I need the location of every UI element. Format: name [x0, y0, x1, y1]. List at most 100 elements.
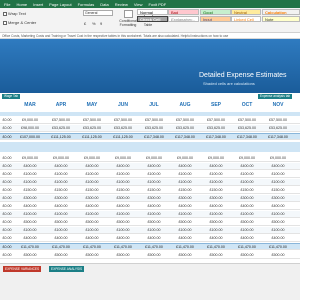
table-cell[interactable]: £400.00 [86, 236, 99, 240]
table-cell[interactable]: £53,625.00 [269, 126, 287, 130]
style-explanatory[interactable]: Explanatory... [168, 16, 199, 22]
table-cell[interactable]: £100.00 [117, 228, 130, 232]
table-cell[interactable]: £117,348.00 [268, 135, 288, 139]
table-cell[interactable]: £100.00 [210, 172, 223, 176]
table-cell[interactable]: £400.00 [55, 164, 68, 168]
table-cell[interactable]: £100.00 [86, 228, 99, 232]
table-cell[interactable]: £100.00 [24, 172, 37, 176]
table-cell[interactable]: £57,500.00 [176, 118, 194, 122]
table-cell[interactable]: £500.00 [55, 220, 68, 224]
ribbon-tab-file[interactable]: File [4, 2, 10, 7]
table-cell[interactable]: £11,470.00 [238, 245, 256, 249]
conditional-formatting-button[interactable]: Conditional Formatting [118, 10, 138, 30]
table-cell[interactable]: £150.00 [24, 188, 37, 192]
table-cell[interactable]: £57,500.00 [114, 118, 132, 122]
style-calculation[interactable]: Calculation [262, 9, 300, 15]
table-cell[interactable]: £300.00 [241, 196, 254, 200]
table-cell[interactable]: £500.00 [272, 253, 285, 257]
table-cell[interactable]: £500.00 [86, 220, 99, 224]
table-cell[interactable]: £100.00 [117, 172, 130, 176]
table-cell[interactable]: £400.00 [148, 204, 161, 208]
table-cell[interactable]: £500.00 [117, 220, 130, 224]
table-cell[interactable]: £100.00 [179, 212, 192, 216]
merge-center-button[interactable]: Merge & Center [3, 20, 36, 25]
table-cell[interactable]: £57,500.00 [238, 118, 256, 122]
table-cell[interactable]: £0.00 [3, 164, 12, 168]
style-input[interactable]: Input [200, 16, 231, 22]
table-cell[interactable]: £111,125.00 [113, 135, 132, 139]
table-cell[interactable]: £500.00 [272, 220, 285, 224]
table-cell[interactable]: £500.00 [148, 220, 161, 224]
table-cell[interactable]: £500.00 [210, 253, 223, 257]
table-cell[interactable]: £0.00 [3, 204, 12, 208]
table-cell[interactable]: £0.00 [3, 126, 12, 130]
table-cell[interactable]: £117,348.00 [175, 135, 195, 139]
table-cell[interactable]: £100.00 [241, 180, 254, 184]
table-cell[interactable]: £150.00 [86, 188, 99, 192]
table-cell[interactable]: £300.00 [55, 196, 68, 200]
table-cell[interactable]: £11,470.00 [207, 245, 225, 249]
table-cell[interactable]: £57,500.00 [83, 118, 101, 122]
table-cell[interactable]: £150.00 [210, 188, 223, 192]
table-cell[interactable]: £100.00 [55, 228, 68, 232]
table-cell[interactable]: £300.00 [117, 196, 130, 200]
table-cell[interactable]: £100.00 [86, 212, 99, 216]
table-cell[interactable]: £111,125.00 [82, 135, 101, 139]
table-cell[interactable]: £500.00 [24, 253, 37, 257]
table-cell[interactable]: £100.00 [210, 180, 223, 184]
table-cell[interactable]: £9,000.00 [208, 156, 224, 160]
table-cell[interactable]: £400.00 [86, 164, 99, 168]
table-cell[interactable]: £57,500.00 [52, 118, 70, 122]
table-cell[interactable]: £500.00 [24, 220, 37, 224]
style-good[interactable]: Good [200, 9, 231, 15]
table-cell[interactable]: £300.00 [272, 196, 285, 200]
expense-analysis-tab-button[interactable]: Expense analysis tab [258, 94, 293, 99]
table-cell[interactable]: £0.00 [3, 236, 12, 240]
table-cell[interactable]: £400.00 [179, 204, 192, 208]
table-cell[interactable]: £11,470.00 [176, 245, 194, 249]
table-cell[interactable]: £400.00 [24, 164, 37, 168]
table-cell[interactable]: £53,625.00 [207, 126, 225, 130]
table-cell[interactable]: £100.00 [148, 228, 161, 232]
table-cell[interactable]: £100.00 [210, 228, 223, 232]
table-cell[interactable]: £400.00 [117, 236, 130, 240]
table-cell[interactable]: £500.00 [117, 253, 130, 257]
table-cell[interactable]: £9,000.00 [84, 156, 100, 160]
table-cell[interactable]: £150.00 [55, 188, 68, 192]
table-cell[interactable]: £150.00 [148, 188, 161, 192]
ribbon-tab-view[interactable]: View [134, 2, 143, 7]
table-cell[interactable]: £150.00 [179, 188, 192, 192]
table-cell[interactable]: £100.00 [55, 212, 68, 216]
table-cell[interactable]: £53,625.00 [238, 126, 256, 130]
table-cell[interactable]: £100.00 [241, 212, 254, 216]
table-cell[interactable]: £9,000.00 [177, 156, 193, 160]
table-cell[interactable]: £100.00 [55, 180, 68, 184]
table-cell[interactable]: £0.00 [3, 220, 12, 224]
wage-tab-button[interactable]: Wage Tab [2, 94, 21, 99]
table-cell[interactable]: £100.00 [86, 172, 99, 176]
table-cell[interactable]: £11,470.00 [52, 245, 70, 249]
table-cell[interactable]: £400.00 [179, 164, 192, 168]
table-cell[interactable]: £53,625.00 [176, 126, 194, 130]
table-cell[interactable]: £400.00 [241, 204, 254, 208]
percent-format-button[interactable]: % [92, 21, 96, 26]
table-cell[interactable]: £0.00 [3, 253, 12, 257]
ribbon-tab-home[interactable]: Home [16, 2, 27, 7]
table-cell[interactable]: £500.00 [179, 253, 192, 257]
table-cell[interactable]: £0.00 [3, 172, 12, 176]
table-cell[interactable]: £150.00 [241, 188, 254, 192]
table-cell[interactable]: £11,470.00 [114, 245, 132, 249]
table-cell[interactable]: £500.00 [210, 220, 223, 224]
ribbon-tab-formulas[interactable]: Formulas [78, 2, 95, 7]
currency-format-button[interactable]: £ [84, 21, 86, 26]
table-cell[interactable]: £500.00 [241, 253, 254, 257]
table-cell[interactable]: £9,000.00 [22, 118, 38, 122]
table-cell[interactable]: £150.00 [117, 188, 130, 192]
table-cell[interactable]: £0.00 [3, 118, 12, 122]
wrap-text-button[interactable]: Wrap Text [3, 11, 26, 16]
table-cell[interactable]: £100.00 [148, 212, 161, 216]
table-cell[interactable]: £100.00 [117, 212, 130, 216]
table-cell[interactable]: £500.00 [179, 220, 192, 224]
sheet-tab-expense-variances[interactable]: EXPENSE VARIANCES [3, 266, 42, 272]
table-cell[interactable]: £9,000.00 [115, 156, 131, 160]
